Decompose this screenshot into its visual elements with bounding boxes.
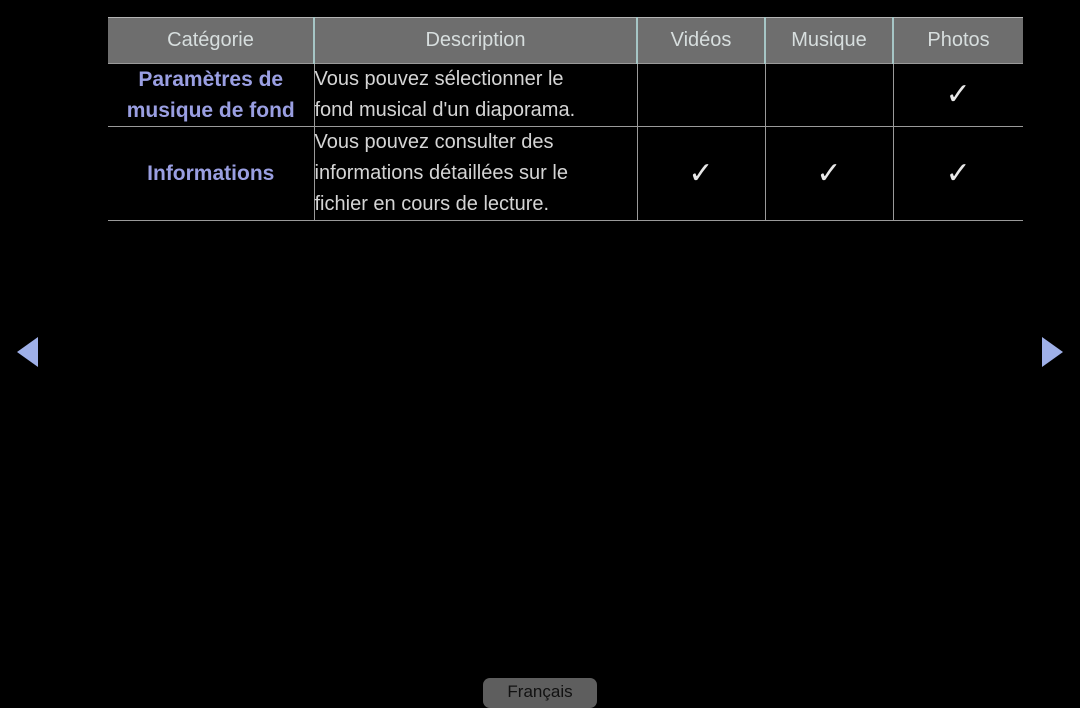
- table-row: Informations Vous pouvez consulter des i…: [108, 126, 1023, 221]
- cell-photos-support: ✓: [893, 63, 1023, 127]
- media-features-table: Catégorie Description Vidéos Musique Pho…: [108, 17, 1023, 221]
- cell-photos-support: ✓: [893, 126, 1023, 221]
- cell-videos-support: ✓: [637, 126, 766, 221]
- category-label: Informations: [147, 162, 275, 185]
- check-icon: ✓: [945, 78, 971, 111]
- previous-page-button[interactable]: [17, 337, 38, 367]
- column-header-videos: Vidéos: [637, 17, 766, 64]
- tv-help-screen: { "table": { "headers": [ { "label": "Ca…: [0, 0, 1080, 708]
- table-body: Paramètres de musique de fond Vous pouve…: [108, 63, 1023, 221]
- check-icon: ✓: [688, 156, 714, 190]
- cell-description: Vous pouvez consulter des informations d…: [314, 126, 638, 221]
- column-header-description: Description: [314, 17, 638, 64]
- cell-description: Vous pouvez sélectionner le fond musical…: [314, 63, 638, 127]
- next-page-button[interactable]: [1042, 337, 1063, 367]
- table-row: Paramètres de musique de fond Vous pouve…: [108, 63, 1023, 127]
- column-header-categorie: Catégorie: [108, 17, 315, 64]
- cell-musique-support: [765, 63, 894, 127]
- check-icon: ✓: [945, 156, 971, 190]
- cell-videos-support: [637, 63, 766, 127]
- check-icon: ✓: [816, 156, 842, 190]
- cell-musique-support: ✓: [765, 126, 894, 221]
- cell-category: Informations: [108, 126, 315, 221]
- column-header-photos: Photos: [893, 17, 1023, 64]
- description-text: Vous pouvez sélectionner le fond musical…: [314, 68, 576, 121]
- description-text: Vous pouvez consulter des informations d…: [314, 131, 568, 215]
- cell-category: Paramètres de musique de fond: [108, 63, 315, 127]
- language-button[interactable]: Français: [483, 678, 597, 708]
- category-label: Paramètres de musique de fond: [126, 68, 295, 122]
- table-header-row: Catégorie Description Vidéos Musique Pho…: [108, 17, 1023, 64]
- table-header: Catégorie Description Vidéos Musique Pho…: [108, 17, 1023, 64]
- column-header-musique: Musique: [765, 17, 894, 64]
